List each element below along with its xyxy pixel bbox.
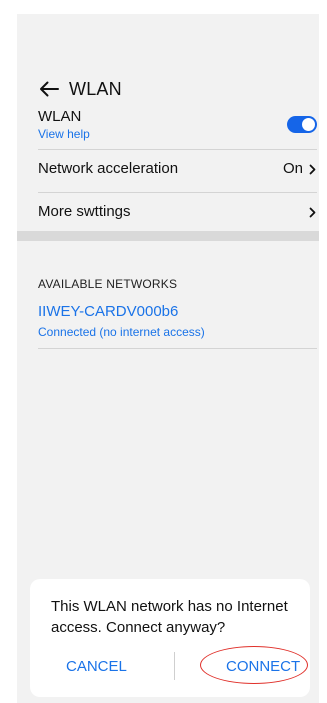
phone-screen: WLAN WLAN View help Network acceleration… <box>17 14 319 703</box>
button-separator <box>174 652 175 680</box>
more-settings-label: More swttings <box>38 203 131 220</box>
no-internet-dialog: This WLAN network has no Internet access… <box>30 579 310 697</box>
network-name: IIWEY-CARDV000b6 <box>38 303 179 320</box>
wlan-toggle[interactable] <box>287 116 317 133</box>
divider <box>38 348 317 349</box>
section-separator <box>17 231 319 241</box>
network-status: Connected (no internet access) <box>38 325 205 339</box>
wlan-label: WLAN <box>38 108 82 125</box>
wlan-setting-row[interactable]: WLAN View help <box>38 108 317 144</box>
available-networks-header: AVAILABLE NETWORKS <box>38 277 178 291</box>
back-button[interactable] <box>38 80 60 98</box>
page-header: WLAN <box>38 76 122 102</box>
more-settings-row[interactable]: More swttings <box>38 203 317 227</box>
network-acceleration-label: Network acceleration <box>38 160 179 177</box>
toggle-knob <box>302 118 315 131</box>
page-title: WLAN <box>69 78 122 99</box>
network-acceleration-row[interactable]: Network acceleration On <box>38 160 317 184</box>
chevron-right-icon <box>309 207 316 218</box>
divider <box>38 149 317 150</box>
arrow-left-icon <box>40 81 59 97</box>
dialog-message: This WLAN network has no Internet access… <box>51 598 288 636</box>
chevron-right-icon <box>309 164 316 175</box>
cancel-button[interactable]: CANCEL <box>66 658 127 675</box>
connect-button[interactable]: CONNECT <box>226 658 300 675</box>
divider <box>38 192 317 193</box>
network-acceleration-value: On <box>282 160 303 177</box>
view-help-link[interactable]: View help <box>38 127 317 141</box>
